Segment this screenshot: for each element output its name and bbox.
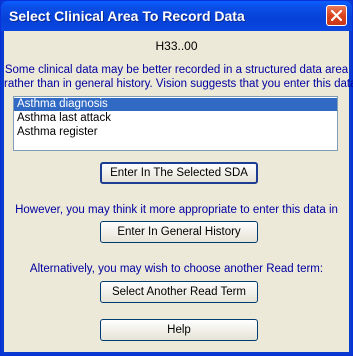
list-item-asthma-register[interactable]: Asthma register [14, 126, 337, 139]
sda-listbox[interactable]: Asthma diagnosis Asthma last attack Asth… [13, 96, 338, 151]
close-icon [331, 10, 342, 21]
another-term-prompt: Alternatively, you may wish to choose an… [29, 263, 324, 275]
enter-general-history-button[interactable]: Enter In General History [100, 221, 258, 243]
dialog-body: H33..00 Some clinical data may be better… [4, 31, 353, 352]
close-button[interactable] [326, 5, 347, 26]
intro-text-line-1: Some clinical data may be better recorde… [4, 64, 349, 76]
help-button[interactable]: Help [100, 319, 258, 341]
window-title: Select Clinical Area To Record Data [9, 8, 245, 24]
list-item-asthma-diagnosis[interactable]: Asthma diagnosis [14, 98, 337, 111]
enter-sda-button[interactable]: Enter In The Selected SDA [100, 162, 258, 184]
read-code-label: H33..00 [155, 39, 198, 53]
title-bar[interactable]: Select Clinical Area To Record Data [1, 1, 352, 31]
dialog-window: Select Clinical Area To Record Data H33.… [0, 0, 353, 356]
general-history-prompt: However, you may think it more appropria… [15, 204, 338, 216]
select-another-read-term-button[interactable]: Select Another Read Term [100, 281, 258, 303]
intro-text-line-2: rather than in general history. Vision s… [4, 78, 353, 90]
list-item-asthma-last-attack[interactable]: Asthma last attack [14, 112, 337, 125]
